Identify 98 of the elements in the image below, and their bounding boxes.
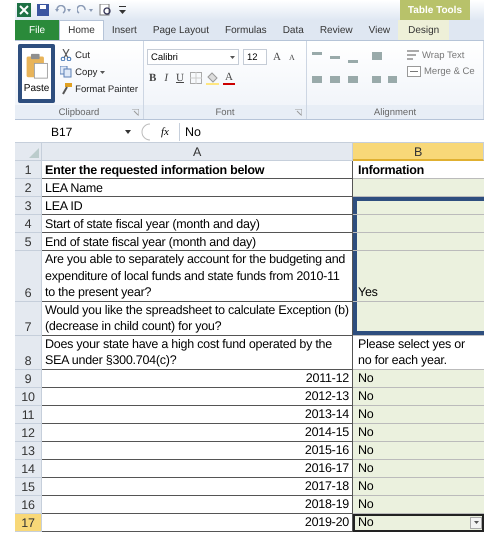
- format-painter-button[interactable]: Format Painter: [58, 82, 140, 96]
- table-cell: No: [353, 388, 484, 406]
- paintbrush-icon: [60, 83, 72, 95]
- row-header[interactable]: 14: [15, 460, 42, 478]
- grow-font-button[interactable]: A: [271, 51, 283, 63]
- row-header[interactable]: 10: [15, 388, 42, 406]
- table-cell: 2016-17: [42, 460, 353, 478]
- row-header[interactable]: 2: [15, 179, 42, 197]
- copy-button[interactable]: Copy: [58, 65, 140, 79]
- table-cell: 2012-13: [42, 388, 353, 406]
- scissors-icon: [60, 49, 72, 61]
- row-header[interactable]: 8: [15, 336, 42, 370]
- table-cell: 2015-16: [42, 442, 353, 460]
- dialog-launcher-icon[interactable]: [295, 108, 302, 116]
- ribbon-tab[interactable]: View: [360, 20, 398, 40]
- table-cell: Enter the requested information below: [42, 161, 353, 179]
- row-header[interactable]: 16: [15, 496, 42, 514]
- ribbon-tab[interactable]: Home: [59, 20, 104, 40]
- table-cell: No: [353, 460, 484, 478]
- underline-button[interactable]: U: [174, 72, 186, 84]
- table-cell: LEA ID: [42, 197, 353, 215]
- dropdown-button[interactable]: [470, 516, 482, 528]
- fill-bucket-icon[interactable]: [206, 72, 219, 84]
- merge-center-button[interactable]: Merge & Ce: [405, 65, 477, 78]
- wrap-text-button[interactable]: Wrap Text: [405, 48, 477, 62]
- clipboard-icon: [24, 53, 50, 79]
- table-cell: No: [353, 496, 484, 514]
- caret-icon: [100, 70, 106, 74]
- table-cell: Does your state have a high cost fund operated by the SEA under §300.704(c)?: [42, 336, 353, 370]
- table-cell: 2019-20: [42, 514, 353, 532]
- group-label: Clipboard: [58, 106, 100, 118]
- cut-button[interactable]: Cut: [58, 48, 140, 62]
- row-header[interactable]: 1: [15, 161, 42, 179]
- undo-icon[interactable]: [55, 5, 71, 15]
- caret-icon: [125, 130, 131, 134]
- group-label: Font: [215, 106, 234, 118]
- dialog-launcher-icon[interactable]: [132, 108, 139, 116]
- row-header[interactable]: 12: [15, 424, 42, 442]
- ribbon-tab[interactable]: Design: [398, 20, 450, 40]
- customize-toolbar-icon[interactable]: [119, 5, 126, 15]
- table-cell: 2013-14: [42, 406, 353, 424]
- row-header[interactable]: 5: [15, 233, 42, 251]
- row-header[interactable]: 6: [15, 251, 42, 302]
- font-color-button[interactable]: A: [222, 71, 235, 85]
- bold-button[interactable]: B: [147, 72, 158, 84]
- table-cell: End of state fiscal year (month and day): [42, 233, 353, 251]
- formula-input[interactable]: No: [178, 123, 484, 141]
- row-header[interactable]: 17: [15, 514, 42, 532]
- ribbon-tab[interactable]: File: [15, 20, 60, 40]
- table-cell: 2017-18: [42, 478, 353, 496]
- column-header[interactable]: B: [353, 143, 484, 161]
- shrink-font-button[interactable]: A: [286, 52, 297, 62]
- copy-icon: [60, 66, 72, 78]
- print-preview-icon[interactable]: [99, 4, 113, 16]
- row-header[interactable]: 3: [15, 197, 42, 215]
- ribbon-tab[interactable]: Data: [274, 20, 312, 40]
- font-name-dropdown[interactable]: Calibri: [147, 49, 239, 65]
- ribbon-tab[interactable]: Insert: [104, 20, 145, 40]
- table-cell: LEA Name: [42, 179, 353, 197]
- paste-button[interactable]: Paste: [18, 44, 56, 103]
- table-cell: No: [353, 424, 484, 442]
- group-label: Alignment: [374, 106, 416, 118]
- formula-cancel-icon: [141, 123, 151, 141]
- redo-icon[interactable]: [77, 5, 93, 15]
- wrap-text-icon: [407, 49, 419, 61]
- row-header[interactable]: 13: [15, 442, 42, 460]
- ribbon-tab[interactable]: Page Layout: [144, 20, 217, 40]
- row-header[interactable]: 7: [15, 302, 42, 336]
- merge-icon: [407, 66, 421, 77]
- borders-icon[interactable]: [190, 72, 202, 84]
- font-size-dropdown[interactable]: 12: [243, 49, 267, 65]
- table-cell: No: [353, 406, 484, 424]
- insert-function-button[interactable]: fx: [157, 126, 173, 138]
- excel-logo-icon: [17, 3, 31, 17]
- table-cell: Yes: [353, 251, 484, 302]
- row-header[interactable]: 9: [15, 370, 42, 388]
- caret-icon: [230, 56, 235, 58]
- italic-button[interactable]: I: [162, 72, 170, 84]
- table-cell: No: [353, 442, 484, 460]
- table-cell: 2014-15: [42, 424, 353, 442]
- caret-icon: [474, 521, 478, 524]
- save-icon[interactable]: [37, 4, 49, 16]
- table-cell: No: [353, 478, 484, 496]
- ribbon-tab[interactable]: Review: [312, 20, 361, 40]
- name-box[interactable]: B17: [15, 123, 135, 141]
- select-all-icon[interactable]: [29, 148, 39, 158]
- table-cell: Would you like the spreadsheet to calculate Exception (b) (decrease in child count) for you?: [42, 302, 353, 336]
- table-cell: Start of state fiscal year (month and day): [42, 215, 353, 233]
- selected-cell: No: [353, 514, 484, 532]
- contextual-tab-title: Table Tools: [400, 0, 470, 20]
- table-cell: 2018-19: [42, 496, 353, 514]
- ribbon-tab[interactable]: Formulas: [217, 20, 275, 40]
- table-cell: 2011-12: [42, 370, 353, 388]
- row-header[interactable]: 15: [15, 478, 42, 496]
- row-header[interactable]: 4: [15, 215, 42, 233]
- table-cell: No: [353, 370, 484, 388]
- row-header[interactable]: 11: [15, 406, 42, 424]
- column-header[interactable]: A: [42, 143, 353, 161]
